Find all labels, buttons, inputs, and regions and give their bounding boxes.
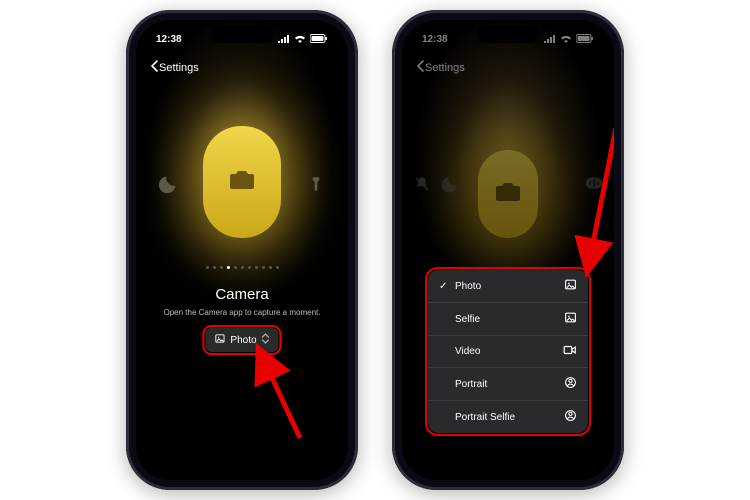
back-label: Settings	[425, 62, 465, 74]
page-dot	[241, 266, 244, 269]
camera-icon	[226, 164, 258, 201]
moon-icon[interactable]	[436, 170, 464, 198]
action-card-camera[interactable]	[203, 126, 281, 238]
back-label: Settings	[159, 62, 199, 74]
dynamic-island	[477, 25, 539, 43]
moon-icon[interactable]	[154, 170, 182, 198]
mode-option-label: Portrait	[455, 379, 487, 390]
mode-option-label: Portrait Selfie	[455, 412, 515, 423]
back-button[interactable]: Settings	[416, 60, 465, 75]
action-title: Camera	[136, 286, 348, 303]
chevron-left-icon	[150, 60, 159, 75]
voice-icon[interactable]	[580, 170, 608, 198]
page-dot	[220, 266, 223, 269]
person-icon	[564, 376, 577, 392]
signal-icon	[278, 35, 290, 46]
page-dot	[269, 266, 272, 269]
mode-option-label: Selfie	[455, 314, 480, 325]
mode-option[interactable]: Selfie	[428, 303, 588, 336]
page-dot	[227, 266, 230, 269]
clock: 12:38	[156, 34, 182, 46]
annotation-arrow	[252, 342, 322, 452]
phone-left: 12:38 Settings	[126, 10, 358, 490]
check-icon: ✓	[439, 281, 448, 292]
page-dot	[206, 266, 209, 269]
phone-right: 12:38 Settings	[392, 10, 624, 490]
chevron-left-icon	[416, 60, 425, 75]
mode-selector-button[interactable]: Photo	[205, 328, 278, 352]
image-icon	[564, 278, 577, 294]
mode-option-label: Photo	[455, 281, 481, 292]
signal-icon	[544, 35, 556, 46]
page-dots	[136, 266, 348, 269]
mode-dropdown-menu: ✓ Photo Selfie Video Portrait Portrait Selfie	[428, 270, 588, 433]
dynamic-island	[211, 25, 273, 43]
page-dot	[234, 266, 237, 269]
camera-icon	[492, 176, 524, 213]
image-icon	[564, 311, 577, 327]
wifi-icon	[294, 34, 306, 46]
page-dot	[248, 266, 251, 269]
back-button[interactable]: Settings	[150, 60, 199, 75]
person-icon	[564, 409, 577, 425]
wifi-icon	[560, 34, 572, 46]
mode-option[interactable]: Video	[428, 336, 588, 368]
action-subtitle: Open the Camera app to capture a moment.	[136, 308, 348, 317]
page-dot	[255, 266, 258, 269]
video-icon	[563, 344, 577, 359]
flashlight-icon[interactable]	[302, 170, 330, 198]
bell-slash-icon[interactable]	[408, 170, 436, 198]
mode-selector-label: Photo	[230, 335, 256, 346]
page-dot	[213, 266, 216, 269]
mode-option[interactable]: ✓ Photo	[428, 270, 588, 303]
image-icon	[214, 333, 225, 347]
chevron-updown-icon	[262, 333, 270, 347]
mode-option[interactable]: Portrait	[428, 368, 588, 401]
page-dot	[262, 266, 265, 269]
page-dot	[276, 266, 279, 269]
battery-icon	[310, 34, 328, 46]
mode-option-label: Video	[455, 346, 480, 357]
clock: 12:38	[422, 34, 448, 46]
action-card-camera[interactable]	[478, 150, 538, 238]
mode-option[interactable]: Portrait Selfie	[428, 401, 588, 433]
battery-icon	[576, 34, 594, 46]
